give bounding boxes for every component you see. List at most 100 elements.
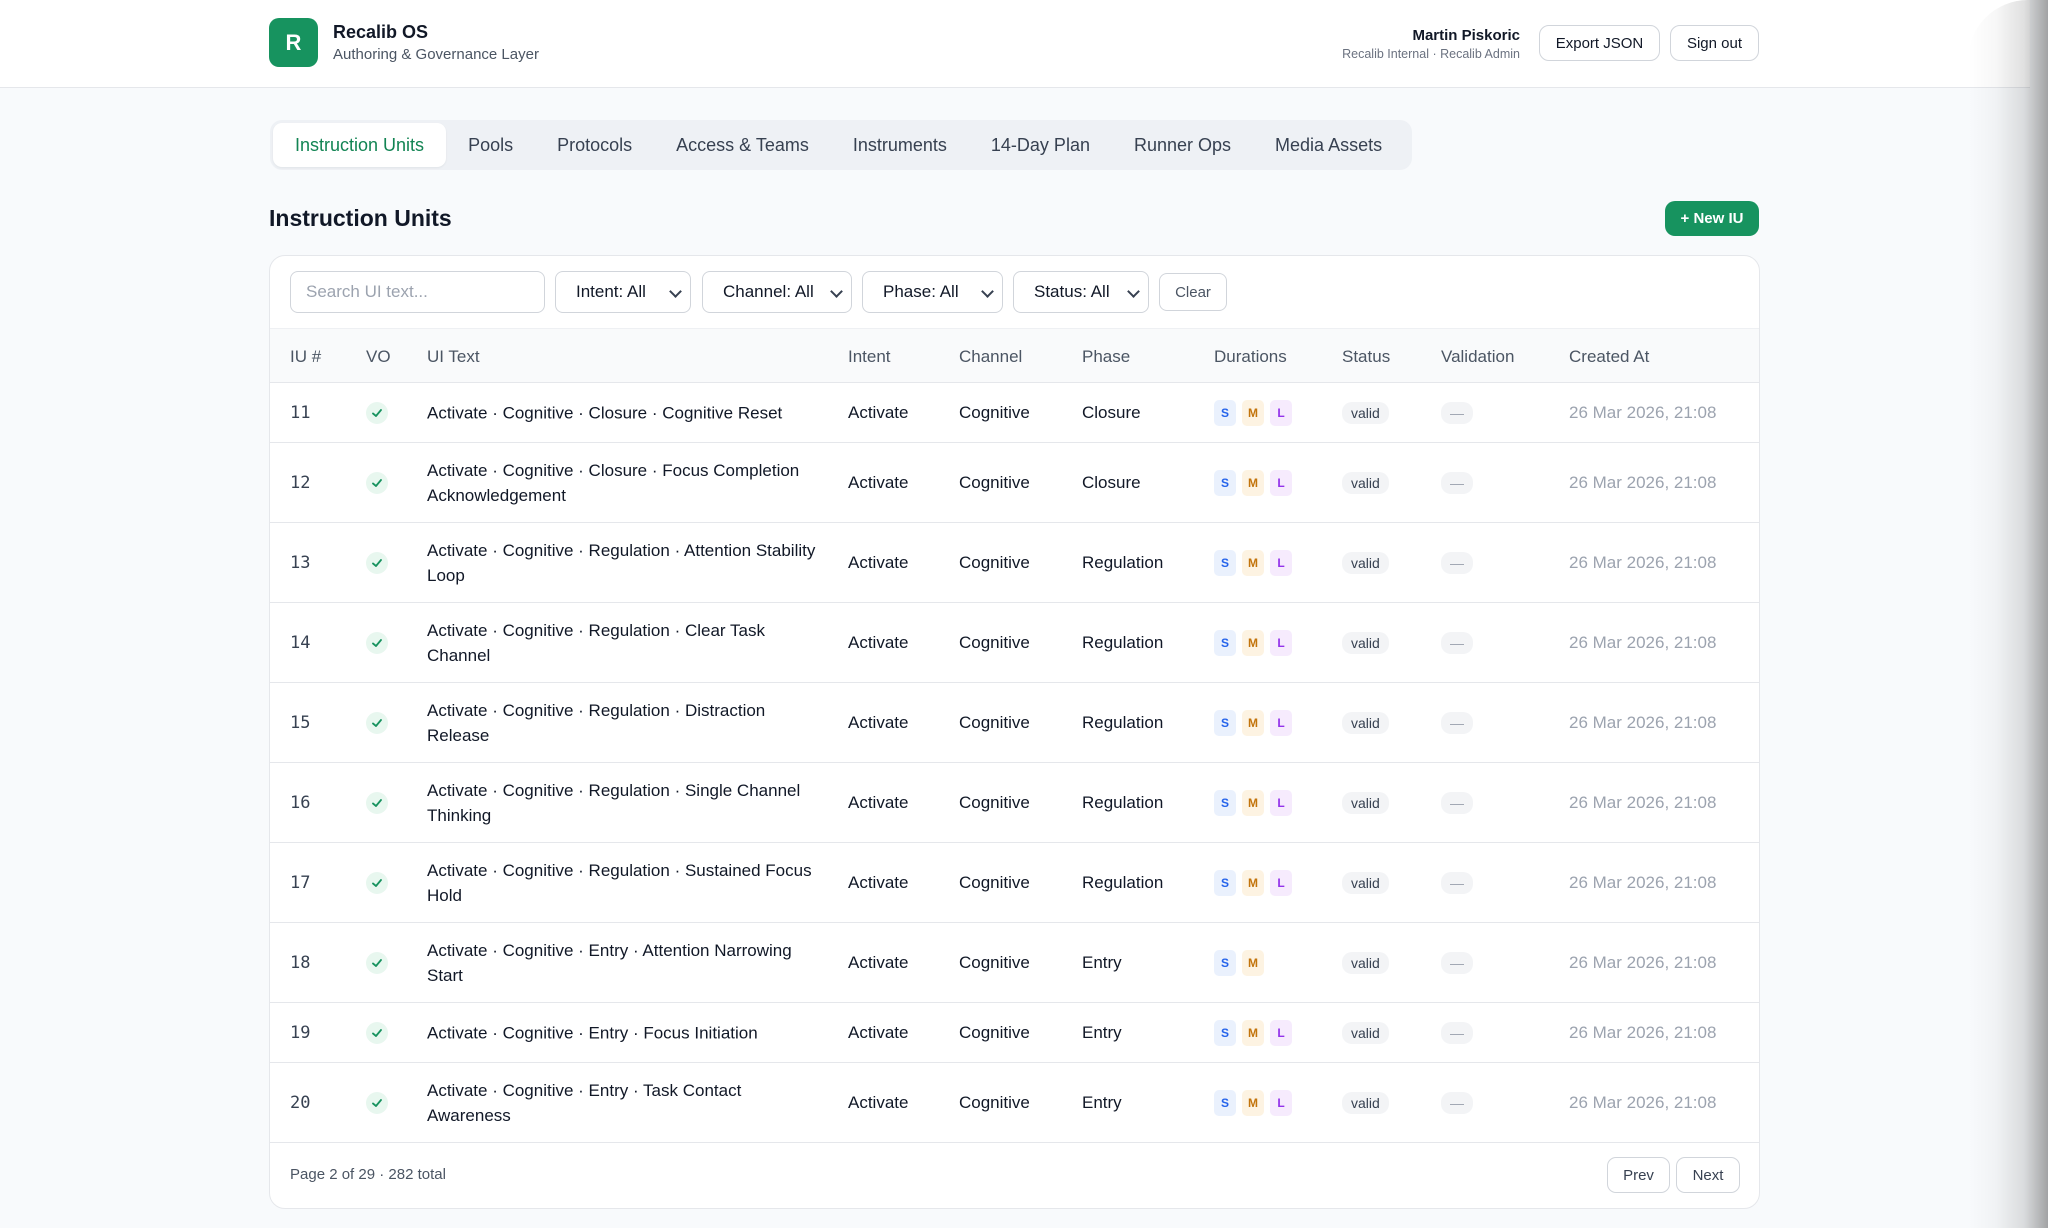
status-badge: valid	[1342, 711, 1389, 734]
app-subtitle: Authoring & Governance Layer	[333, 46, 539, 63]
intent-value: Activate	[848, 472, 909, 492]
column-header-status[interactable]: Status	[1342, 347, 1390, 367]
vo-status	[366, 1091, 388, 1114]
ui-text: Activate · Cognitive · Regulation · Dist…	[427, 700, 766, 745]
duration-badge-m: M	[1242, 1019, 1264, 1046]
table-row[interactable]: 13 Activate · Cognitive · Regulation · At…	[270, 523, 1759, 603]
status-cell: valid	[1342, 401, 1389, 424]
column-header-ui-text[interactable]: UI Text	[427, 347, 480, 367]
search-input[interactable]	[290, 271, 545, 313]
column-header-phase[interactable]: Phase	[1082, 347, 1130, 367]
export-json-button[interactable]: Export JSON	[1539, 25, 1660, 61]
column-header-intent[interactable]: Intent	[848, 347, 891, 367]
tab-instruction-units[interactable]: Instruction Units	[273, 123, 447, 167]
iu-number: 17	[290, 872, 311, 893]
next-page-button[interactable]: Next	[1676, 1157, 1740, 1193]
table-row[interactable]: 19 Activate · Cognitive · Entry · Focus I…	[270, 1003, 1759, 1063]
column-header-channel[interactable]: Channel	[959, 347, 1022, 367]
status-badge: valid	[1342, 791, 1389, 814]
table-row[interactable]: 17 Activate · Cognitive · Regulation · Su…	[270, 843, 1759, 923]
channel-value: Cognitive	[959, 792, 1030, 812]
check-icon	[366, 951, 388, 974]
validation-badge: —	[1441, 1091, 1473, 1114]
intent-filter-select[interactable]: Intent: All	[555, 271, 691, 313]
table-row[interactable]: 16 Activate · Cognitive · Regulation · Si…	[270, 763, 1759, 843]
vo-status	[366, 791, 388, 814]
column-header-vo[interactable]: VO	[366, 347, 391, 367]
column-header-created-at[interactable]: Created At	[1569, 347, 1649, 367]
phase-value: Entry	[1082, 952, 1122, 972]
clear-filters-button[interactable]: Clear	[1159, 273, 1227, 311]
created-at-value: 26 Mar 2026, 21:08	[1569, 1022, 1717, 1042]
column-header-iu-number[interactable]: IU #	[290, 347, 321, 367]
tab-instruments[interactable]: Instruments	[831, 123, 969, 167]
duration-badge-l: L	[1270, 1089, 1292, 1116]
ui-text: Activate · Cognitive · Regulation · Sust…	[427, 860, 812, 905]
vo-status	[366, 871, 388, 894]
duration-badge-m: M	[1242, 709, 1264, 736]
duration-badge-s: S	[1214, 789, 1236, 816]
created-at-value: 26 Mar 2026, 21:08	[1569, 472, 1717, 492]
user-name: Martin Piskoric	[1412, 27, 1520, 44]
iu-number: 15	[290, 712, 311, 733]
phase-value: Regulation	[1082, 552, 1164, 572]
instruction-units-card: Intent: All Channel: All Phase: All Stat…	[269, 255, 1760, 1209]
iu-number: 18	[290, 952, 311, 973]
duration-badge-s: S	[1214, 709, 1236, 736]
chevron-down-icon	[669, 285, 682, 298]
duration-badge-m: M	[1242, 1089, 1264, 1116]
tab-protocols[interactable]: Protocols	[535, 123, 654, 167]
table-row[interactable]: 14 Activate · Cognitive · Regulation · Cl…	[270, 603, 1759, 683]
created-at-value: 26 Mar 2026, 21:08	[1569, 872, 1717, 892]
tab-pools[interactable]: Pools	[446, 123, 535, 167]
duration-badge-s: S	[1214, 1019, 1236, 1046]
vo-status	[366, 631, 388, 654]
intent-value: Activate	[848, 402, 909, 422]
validation-badge: —	[1441, 871, 1473, 894]
table-row[interactable]: 11 Activate · Cognitive · Closure · Cogni…	[270, 383, 1759, 443]
table-row[interactable]: 15 Activate · Cognitive · Regulation · Di…	[270, 683, 1759, 763]
iu-number: 13	[290, 552, 311, 573]
channel-value: Cognitive	[959, 472, 1030, 492]
validation-badge: —	[1441, 1021, 1473, 1044]
table-row[interactable]: 20 Activate · Cognitive · Entry · Task Co…	[270, 1063, 1759, 1143]
duration-badge-s: S	[1214, 629, 1236, 656]
intent-value: Activate	[848, 792, 909, 812]
duration-badge-l: L	[1270, 869, 1292, 896]
duration-badge-m: M	[1242, 789, 1264, 816]
intent-value: Activate	[848, 552, 909, 572]
durations-group: SML	[1214, 1089, 1292, 1116]
intent-value: Activate	[848, 1092, 909, 1112]
status-badge: valid	[1342, 551, 1389, 574]
durations-group: SML	[1214, 549, 1292, 576]
window-edge-shadow	[1968, 0, 2048, 1228]
top-header: R Recalib OS Authoring & Governance Laye…	[0, 0, 2030, 88]
channel-value: Cognitive	[959, 552, 1030, 572]
tab-14-day-plan[interactable]: 14-Day Plan	[969, 123, 1112, 167]
intent-value: Activate	[848, 632, 909, 652]
channel-filter-select[interactable]: Channel: All	[702, 271, 852, 313]
channel-value: Cognitive	[959, 632, 1030, 652]
status-cell: valid	[1342, 1091, 1389, 1114]
channel-value: Cognitive	[959, 872, 1030, 892]
page-title: Instruction Units	[269, 205, 452, 231]
sign-out-button[interactable]: Sign out	[1670, 25, 1759, 61]
tab-access-teams[interactable]: Access & Teams	[654, 123, 831, 167]
table-row[interactable]: 12 Activate · Cognitive · Closure · Focus…	[270, 443, 1759, 523]
column-header-durations[interactable]: Durations	[1214, 347, 1287, 367]
validation-cell: —	[1441, 1021, 1473, 1044]
phase-filter-value: Phase: All	[883, 282, 959, 301]
new-iu-button[interactable]: + New IU	[1665, 201, 1759, 236]
tab-runner-ops[interactable]: Runner Ops	[1112, 123, 1253, 167]
prev-page-button[interactable]: Prev	[1607, 1157, 1670, 1193]
iu-number: 12	[290, 472, 311, 493]
duration-badge-l: L	[1270, 469, 1292, 496]
status-cell: valid	[1342, 711, 1389, 734]
tab-media-assets[interactable]: Media Assets	[1253, 123, 1404, 167]
status-badge: valid	[1342, 1091, 1389, 1114]
phase-filter-select[interactable]: Phase: All	[862, 271, 1003, 313]
channel-filter-value: Channel: All	[723, 282, 814, 301]
status-filter-select[interactable]: Status: All	[1013, 271, 1149, 313]
table-row[interactable]: 18 Activate · Cognitive · Entry · Attenti…	[270, 923, 1759, 1003]
column-header-validation[interactable]: Validation	[1441, 347, 1514, 367]
